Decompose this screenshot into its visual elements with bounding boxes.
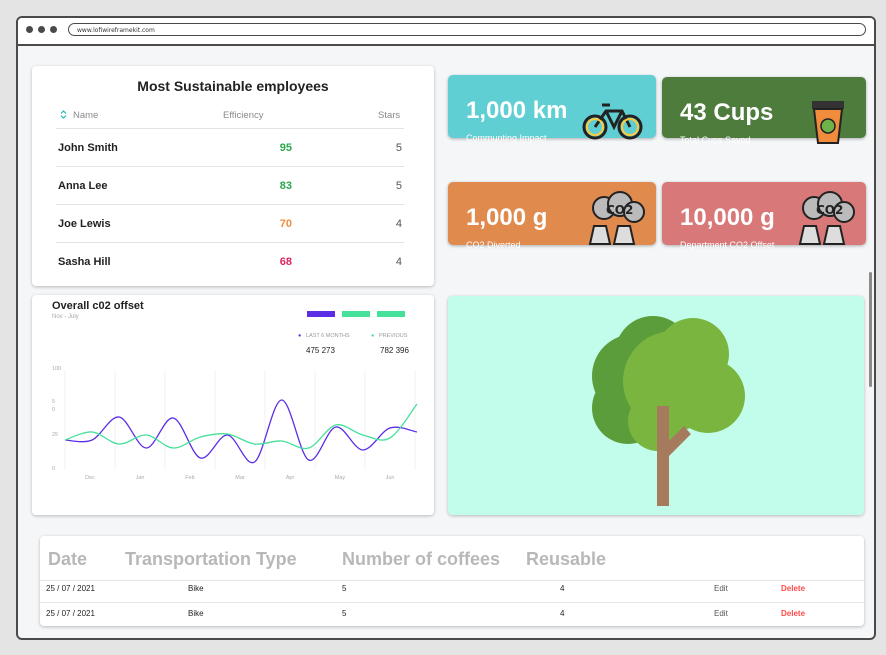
x-tick-label: Apr [286,475,295,481]
stat-tile[interactable]: 10,000 g Department CO2 Offset CO2 [662,182,866,250]
browser-titlebar: www.lofiwireframekit.com [18,18,874,46]
scrollbar[interactable] [869,272,872,387]
svg-text:CO2: CO2 [606,203,633,217]
url-bar[interactable]: www.lofiwireframekit.com [68,23,866,36]
table-header-date: Date [48,549,88,569]
tree-card [448,296,864,515]
x-tick-label: Dec [85,475,95,481]
column-header-name[interactable]: Name [73,110,98,121]
employee-stars: 4 [395,256,402,268]
window-dot-close-icon[interactable] [26,26,33,33]
table-cell-date: 25 / 07 / 2021 [46,584,95,593]
table-cell-date: 25 / 07 / 2021 [46,609,95,618]
employee-stars: 5 [395,180,402,192]
delete-button[interactable]: Delete [781,609,805,618]
employee-row[interactable]: Sasha Hill 68 4 [56,242,404,281]
table-cell-type: Bike [188,609,204,618]
table-cell-reusable: 4 [560,584,565,593]
employee-name: Anna Lee [58,180,108,192]
series-line-last-6-months [64,399,418,464]
employee-row[interactable]: Anna Lee 83 5 [56,166,404,205]
entries-table: Date Transportation Type Number of coffe… [40,536,864,626]
sort-icon[interactable] [60,110,67,122]
stat-tile[interactable]: 1,000 km Communting Impact [448,75,656,143]
table-header-reusable: Reusable [526,549,607,569]
line-chart: 10050250Dec Jan Feb Mar Apr May Jun [52,366,418,481]
svg-text:CO2: CO2 [816,203,843,217]
employee-name: Joe Lewis [58,218,111,230]
browser-window: www.lofiwireframekit.com Most Sustainabl… [16,16,876,640]
edit-button[interactable]: Edit [714,584,728,593]
employee-efficiency: 83 [279,180,292,192]
x-tick-label: Mar [235,475,245,481]
table-header-transportation: Transportation Type [125,549,297,569]
stat-label: Communting Impact [466,133,547,143]
y-tick-label: 0 [52,466,55,472]
employees-card: Most Sustainable employees Name Efficien… [32,66,434,286]
stat-label: Total Cups Saved [680,135,751,145]
employee-row[interactable]: Joe Lewis 70 4 [56,204,404,243]
stat-value: 1,000 km [466,97,568,124]
employee-efficiency: 68 [279,256,292,268]
stat-tile[interactable]: 1,000 g CO2 Diverted CO2 [448,182,656,250]
y-tick-label: 0 [52,407,55,413]
column-header-efficiency[interactable]: Efficiency [223,110,263,121]
employees-title: Most Sustainable employees [137,78,329,94]
series-line-previous [64,403,418,450]
y-tick-label: 25 [52,432,58,438]
stat-label: Department CO2 Offset [680,240,775,250]
table-divider [40,602,864,603]
employee-stars: 4 [395,218,402,230]
x-tick-label: May [335,475,346,481]
stat-tile[interactable]: 43 Cups Total Cups Saved [662,77,866,145]
x-tick-label: Feb [185,475,194,481]
y-tick-label: 5 [52,399,55,405]
tree-icon [592,316,745,506]
x-tick-label: Jun [386,475,395,481]
table-cell-coffees: 5 [342,609,347,618]
table-cell-coffees: 5 [342,584,347,593]
employee-name: Sasha Hill [58,256,111,268]
delete-button[interactable]: Delete [781,584,805,593]
table-divider [40,580,864,581]
column-header-stars[interactable]: Stars [378,110,400,121]
employee-efficiency: 95 [279,142,292,154]
window-dot-maximize-icon[interactable] [50,26,57,33]
employee-efficiency: 70 [279,218,292,230]
edit-button[interactable]: Edit [714,609,728,618]
table-cell-reusable: 4 [560,609,565,618]
employee-name: John Smith [58,142,118,154]
stat-value: 10,000 g [680,204,775,231]
table-header-coffees: Number of coffees [342,549,501,569]
stat-value: 1,000 g [466,204,548,231]
table-cell-type: Bike [188,584,204,593]
stat-label: CO2 Diverted [466,240,521,250]
employee-row[interactable]: John Smith 95 5 [56,128,404,167]
window-dot-minimize-icon[interactable] [38,26,45,33]
co2-chart-card: Overall c02 offset Nov - July ● LAST 6 M… [32,295,434,515]
x-tick-label: Jan [136,475,145,481]
employee-stars: 5 [395,142,402,154]
y-tick-label: 100 [52,366,61,372]
stat-value: 43 Cups [680,99,774,126]
